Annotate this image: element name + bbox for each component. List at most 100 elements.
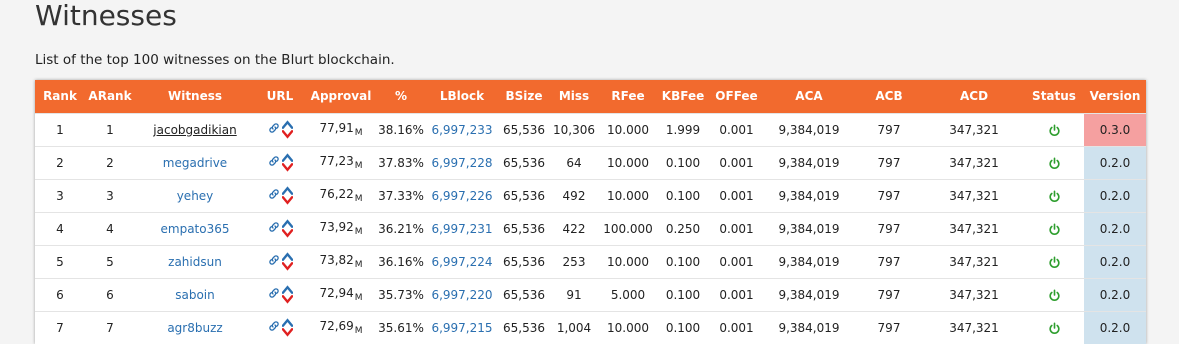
- column-header-approval[interactable]: Approval: [305, 80, 377, 113]
- downvote-icon[interactable]: [281, 294, 293, 305]
- approval-unit: M: [354, 326, 363, 337]
- last-block-link[interactable]: 6,997,215: [431, 321, 492, 335]
- downvote-icon[interactable]: [281, 129, 293, 140]
- link-icon[interactable]: [268, 155, 280, 170]
- link-icon[interactable]: [268, 122, 280, 137]
- last-block-link[interactable]: 6,997,226: [431, 189, 492, 203]
- witness-link[interactable]: empato365: [161, 222, 230, 236]
- status-cell: [1024, 311, 1084, 344]
- url-cell: [255, 311, 305, 344]
- kbfee-cell: 0.100: [665, 287, 701, 302]
- url-cell: [255, 245, 305, 278]
- last-block-link[interactable]: 6,997,231: [431, 222, 492, 236]
- acd-cell: 347,321: [949, 320, 999, 335]
- column-header-aca[interactable]: ACA: [764, 80, 854, 113]
- downvote-icon[interactable]: [281, 195, 293, 206]
- last-block-link[interactable]: 6,997,220: [431, 288, 492, 302]
- witness-cell: saboin: [135, 278, 255, 311]
- last-block-link[interactable]: 6,997,228: [431, 156, 492, 170]
- kbfee-cell: 0.250: [665, 221, 701, 236]
- aca-cell: 9,384,019: [778, 188, 840, 203]
- url-cell: [255, 212, 305, 245]
- kbfee-cell: 1.999: [665, 122, 701, 137]
- rfee-cell: 10.000: [607, 320, 649, 335]
- column-header-offee[interactable]: OFFee: [709, 80, 764, 113]
- link-icon[interactable]: [268, 320, 280, 335]
- acd-cell: 347,321: [949, 188, 999, 203]
- aca-cell: 9,384,019: [778, 155, 840, 170]
- witness-link[interactable]: megadrive: [163, 156, 227, 170]
- version-cell: 0.2.0: [1084, 311, 1146, 344]
- version-cell: 0.2.0: [1084, 146, 1146, 179]
- column-header-url[interactable]: URL: [255, 80, 305, 113]
- rank-cell: 3: [56, 188, 64, 203]
- witness-link[interactable]: saboin: [175, 288, 215, 302]
- column-header-rfee[interactable]: RFee: [599, 80, 657, 113]
- acb-cell: 797: [877, 122, 901, 137]
- lblock-cell: 6,997,215: [425, 311, 499, 344]
- rfee-cell: 100.000: [603, 221, 653, 236]
- approval-value: 77,23: [319, 154, 354, 168]
- lblock-cell: 6,997,226: [425, 179, 499, 212]
- column-header-version[interactable]: Version: [1084, 80, 1146, 113]
- column-header-acd[interactable]: ACD: [924, 80, 1024, 113]
- power-icon: [1048, 123, 1061, 137]
- miss-cell: 10,306: [553, 122, 595, 137]
- witness-link[interactable]: jacobgadikian: [153, 123, 236, 137]
- link-icon[interactable]: [268, 188, 280, 203]
- approval-value: 73,82: [319, 253, 354, 267]
- upvote-icon[interactable]: [281, 318, 293, 328]
- table-row: 3 3 yehey 76,22M 37.33% 6,997,226 65,536 492 10.…: [35, 179, 1146, 212]
- link-icon[interactable]: [268, 254, 280, 269]
- link-icon[interactable]: [268, 221, 280, 236]
- lblock-cell: 6,997,228: [425, 146, 499, 179]
- arank-cell: 4: [106, 221, 114, 236]
- column-header-arank[interactable]: ARank: [85, 80, 135, 113]
- link-icon[interactable]: [268, 287, 280, 302]
- table-row: 7 7 agr8buzz 72,69M 35.61% 6,997,215 65,536 1,0…: [35, 311, 1146, 344]
- last-block-link[interactable]: 6,997,233: [431, 123, 492, 137]
- version-cell: 0.2.0: [1084, 212, 1146, 245]
- column-header-bsize[interactable]: BSize: [499, 80, 549, 113]
- witness-link[interactable]: yehey: [177, 189, 214, 203]
- status-cell: [1024, 212, 1084, 245]
- approval-value: 77,91: [319, 121, 354, 135]
- bsize-cell: 65,536: [503, 221, 545, 236]
- column-header-acb[interactable]: ACB: [854, 80, 924, 113]
- column-header-rank[interactable]: Rank: [35, 80, 85, 113]
- acd-cell: 347,321: [949, 122, 999, 137]
- downvote-icon[interactable]: [281, 261, 293, 272]
- upvote-icon[interactable]: [281, 251, 293, 262]
- upvote-icon[interactable]: [281, 284, 293, 295]
- column-header-lblock[interactable]: LBlock: [425, 80, 499, 113]
- version-cell: 0.2.0: [1084, 278, 1146, 311]
- approval-value: 73,92: [319, 220, 354, 234]
- column-header-status[interactable]: Status: [1024, 80, 1084, 113]
- rank-cell: 5: [56, 254, 64, 269]
- column-header-pct[interactable]: %: [377, 80, 425, 113]
- status-cell: [1024, 278, 1084, 311]
- status-cell: [1024, 245, 1084, 278]
- downvote-icon[interactable]: [281, 228, 293, 239]
- column-header-miss[interactable]: Miss: [549, 80, 599, 113]
- downvote-icon[interactable]: [281, 162, 293, 173]
- lblock-cell: 6,997,224: [425, 245, 499, 278]
- percent-cell: 36.21%: [378, 221, 424, 236]
- witness-link[interactable]: agr8buzz: [167, 321, 222, 335]
- kbfee-cell: 0.100: [665, 320, 701, 335]
- miss-cell: 91: [566, 287, 582, 302]
- approval-value: 72,94: [319, 286, 354, 300]
- rfee-cell: 10.000: [607, 155, 649, 170]
- upvote-icon[interactable]: [281, 119, 293, 130]
- witness-link[interactable]: zahidsun: [168, 255, 222, 269]
- downvote-icon[interactable]: [281, 327, 293, 338]
- approval-cell: 72,69M: [305, 311, 377, 344]
- column-header-witness[interactable]: Witness: [135, 80, 255, 113]
- bsize-cell: 65,536: [503, 287, 545, 302]
- kbfee-cell: 0.100: [665, 254, 701, 269]
- last-block-link[interactable]: 6,997,224: [431, 255, 492, 269]
- column-header-kbfee[interactable]: KBFee: [657, 80, 709, 113]
- upvote-icon[interactable]: [281, 218, 293, 229]
- upvote-icon[interactable]: [281, 152, 293, 163]
- upvote-icon[interactable]: [281, 185, 293, 196]
